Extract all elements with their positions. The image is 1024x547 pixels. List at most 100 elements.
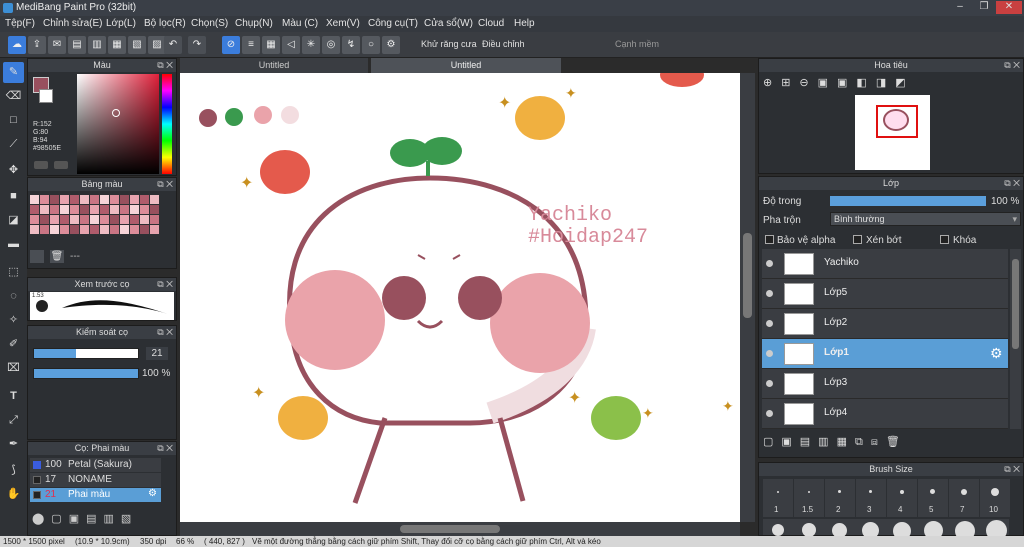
menu-filter[interactable]: Bộ lọc(R) <box>144 16 186 32</box>
protect-alpha-checkbox[interactable] <box>765 235 774 247</box>
menu-layer[interactable]: Lớp(L) <box>106 16 136 32</box>
export-icon[interactable]: ⇪ <box>28 36 46 54</box>
palette-swatch[interactable] <box>90 215 99 224</box>
palette-swatch[interactable] <box>30 205 39 214</box>
menu-window[interactable]: Cửa sổ(W) <box>424 16 473 32</box>
palette-swatch[interactable] <box>120 225 129 234</box>
palette-swatch[interactable] <box>110 215 119 224</box>
palette-swatch[interactable] <box>80 225 89 234</box>
gradient-tool-icon[interactable]: ▬ <box>3 234 24 255</box>
select-rect-icon[interactable]: ⬚ <box>3 262 24 283</box>
layer-row-selected[interactable]: Lớp1 ⚙ <box>762 339 1008 369</box>
dropper-icon[interactable]: ⟆ <box>3 460 24 481</box>
eye-icon[interactable] <box>766 290 773 297</box>
blend-mode-select[interactable]: Bình thường ▾ <box>830 212 1021 226</box>
palette-swatch[interactable] <box>50 205 59 214</box>
layer-scrollbar[interactable] <box>1010 249 1021 429</box>
menu-select[interactable]: Chọn(S) <box>191 16 228 32</box>
palette-swatch[interactable] <box>150 195 159 204</box>
palette-swatch[interactable] <box>60 195 69 204</box>
text-tool-icon[interactable]: T <box>3 386 24 407</box>
brush-size-cell[interactable]: 1 <box>763 479 793 517</box>
brush-size-slider[interactable] <box>33 348 139 359</box>
palette-swatch[interactable] <box>110 195 119 204</box>
palette-swatch[interactable] <box>50 215 59 224</box>
color-mode-button-2[interactable] <box>54 161 68 169</box>
palette-swatch[interactable] <box>70 215 79 224</box>
menu-snap[interactable]: Chụp(N) <box>235 16 273 32</box>
palette-swatch[interactable] <box>110 205 119 214</box>
bucket-tool-icon[interactable]: ◪ <box>3 210 24 231</box>
palette-swatch[interactable] <box>80 205 89 214</box>
palette-swatch[interactable] <box>60 215 69 224</box>
brush-size-cell[interactable]: 5 <box>918 479 948 517</box>
layer-opacity-slider[interactable] <box>830 196 986 206</box>
brush-size-cell[interactable]: 3 <box>856 479 886 517</box>
palette-swatch[interactable] <box>30 215 39 224</box>
undo-icon[interactable]: ↶ <box>164 36 182 54</box>
radial-icon[interactable]: ✳ <box>302 36 320 54</box>
palette-swatch[interactable] <box>110 225 119 234</box>
brush-item[interactable]: 100 Petal (Sakura) <box>30 458 161 472</box>
brush-item[interactable]: 17 NONAME <box>30 473 161 487</box>
palette-swatch[interactable] <box>80 195 89 204</box>
eye-icon[interactable] <box>766 260 773 267</box>
document-icon[interactable]: ▥ <box>88 36 106 54</box>
palette-swatch[interactable] <box>140 215 149 224</box>
brush-opacity-slider[interactable] <box>33 368 139 379</box>
palette-swatch[interactable] <box>140 225 149 234</box>
clipping-checkbox[interactable] <box>853 235 862 247</box>
palette-swatch[interactable] <box>40 205 49 214</box>
palette-swatch[interactable] <box>40 195 49 204</box>
curve-ruler-icon[interactable]: ↯ <box>342 36 360 54</box>
palette-swatch[interactable] <box>50 225 59 234</box>
palette-swatch[interactable] <box>90 195 99 204</box>
palette-swatch[interactable] <box>100 215 109 224</box>
palette-swatch[interactable] <box>120 205 129 214</box>
tab-untitled-2[interactable]: Untitled <box>371 58 561 73</box>
brush-size-cell[interactable]: 10 <box>980 479 1010 517</box>
palette-swatch[interactable] <box>50 195 59 204</box>
palette-swatch[interactable] <box>90 225 99 234</box>
secondary-color-swatch[interactable] <box>39 89 53 103</box>
palette-swatch[interactable] <box>150 225 159 234</box>
menu-help[interactable]: Help <box>514 16 535 32</box>
brush-tool-icon[interactable]: ✎ <box>3 62 24 83</box>
palette-swatch[interactable] <box>150 205 159 214</box>
brush-size-cell[interactable]: 1.5 <box>794 479 824 517</box>
fill-rect-icon[interactable]: ■ <box>3 186 24 207</box>
palette-swatch[interactable] <box>130 215 139 224</box>
page-icon[interactable]: ▤ <box>68 36 86 54</box>
saturation-value-picker[interactable] <box>77 74 159 174</box>
layer-actions[interactable]: ▢▣▤▥▦⧉⧈🗑 <box>763 435 908 449</box>
parallel-ruler-icon[interactable]: ≡ <box>242 36 260 54</box>
palette-swatch[interactable] <box>120 215 129 224</box>
palette-swatch[interactable] <box>60 225 69 234</box>
brush-size-cell[interactable]: 2 <box>825 479 855 517</box>
brush-list-actions[interactable]: ⬤▢▣▤▥▧ <box>32 512 138 525</box>
palette-swatch[interactable] <box>130 205 139 214</box>
lasso-tool-icon[interactable]: ◌ <box>3 286 24 307</box>
eye-icon[interactable] <box>766 320 773 327</box>
eye-icon[interactable] <box>766 410 773 417</box>
gear-icon[interactable]: ⚙ <box>990 345 1003 362</box>
operation-tool-icon[interactable]: ⤢ <box>3 410 24 431</box>
material-icon[interactable]: ▦ <box>108 36 126 54</box>
layer-row[interactable]: Lớp5 <box>762 279 1008 309</box>
ellipse-ruler-icon[interactable]: ○ <box>362 36 380 54</box>
eraser-tool-icon[interactable]: ⌫ <box>3 86 24 107</box>
tab-untitled-1[interactable]: Untitled <box>180 58 368 73</box>
line-tool-icon[interactable]: ⟋ <box>3 134 24 155</box>
layer-row[interactable]: Lớp4 <box>762 399 1008 429</box>
navigator-controls[interactable]: ⊕⊞⊖▣▣◧◨◩ <box>763 76 915 89</box>
redo-icon[interactable]: ↷ <box>188 36 206 54</box>
palette-swatch[interactable] <box>70 205 79 214</box>
menu-cloud[interactable]: Cloud <box>478 16 504 32</box>
palette-swatch[interactable] <box>30 225 39 234</box>
palette-swatch[interactable] <box>30 195 39 204</box>
menu-tools[interactable]: Công cụ(T) <box>368 16 418 32</box>
palette-swatch[interactable] <box>150 215 159 224</box>
palette-swatch[interactable] <box>130 195 139 204</box>
brush-size-cell[interactable]: 4 <box>887 479 917 517</box>
palette-swatch[interactable] <box>140 195 149 204</box>
